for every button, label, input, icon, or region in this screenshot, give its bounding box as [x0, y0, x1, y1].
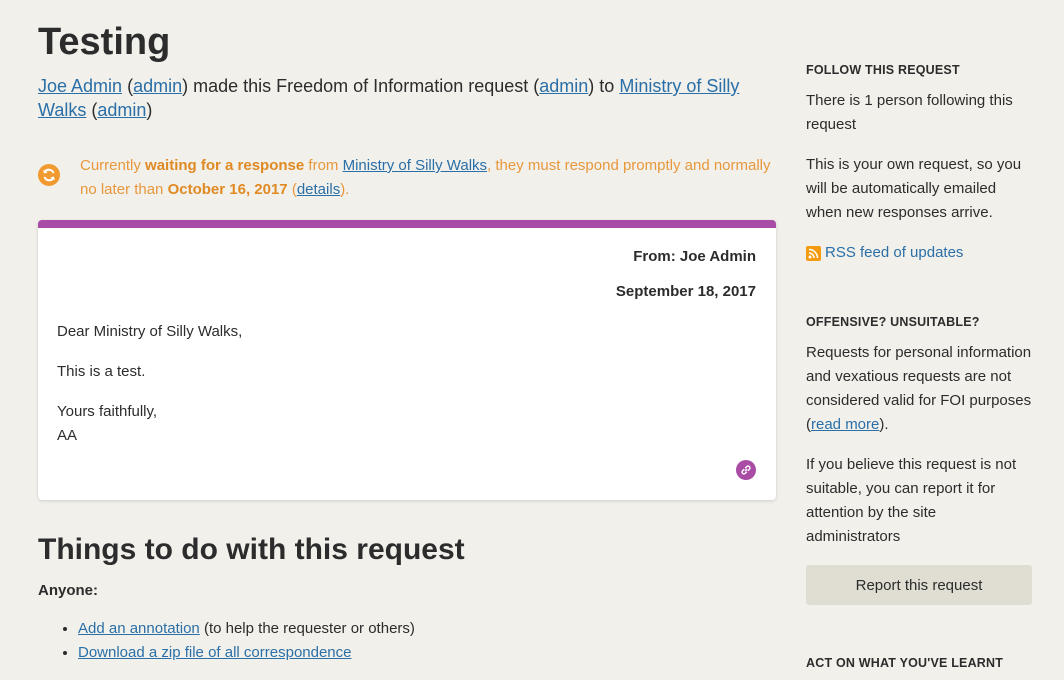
add-annotation-link[interactable]: Add an annotation [78, 620, 200, 637]
status-text-2: from [308, 157, 339, 174]
act-heading: ACT ON WHAT YOU'VE LEARNT [806, 656, 1004, 670]
status-state: waiting for a response [145, 157, 305, 174]
requester-admin-link[interactable]: admin [133, 76, 182, 96]
status-details-link[interactable]: details [297, 181, 340, 198]
main-column: Testing Joe Admin (admin) made this Free… [38, 0, 776, 665]
authority-admin-link[interactable]: admin [97, 100, 146, 120]
request-admin-link[interactable]: admin [539, 76, 588, 96]
actions-list: Add an annotation (to help the requester… [38, 617, 776, 665]
message-body: Dear Ministry of Silly Walks, This is a … [57, 320, 242, 448]
offensive-text: Requests for personal information and ve… [806, 341, 1032, 437]
follow-count-text: There is 1 person following this request [806, 92, 1013, 133]
status-authority-link[interactable]: Ministry of Silly Walks [343, 157, 487, 174]
message-from: From: Joe Admin [633, 248, 756, 265]
rss-feed: RSS feed of updates [806, 241, 963, 265]
rss-icon [806, 245, 821, 261]
request-status: Currently waiting for a response from Mi… [38, 154, 776, 202]
offensive-text-end: ). [879, 416, 889, 433]
message-signoff: Yours faithfully, [57, 403, 158, 420]
message-signature: AA [57, 427, 78, 444]
byline-to: to [599, 76, 615, 96]
message-greeting: Dear Ministry of Silly Walks, [57, 323, 243, 340]
read-more-link[interactable]: read more [811, 416, 879, 433]
follow-heading: FOLLOW THIS REQUEST [806, 63, 960, 77]
request-byline: Joe Admin (admin) made this Freedom of I… [38, 76, 740, 120]
message-card: From: Joe Admin September 18, 2017 Dear … [38, 220, 776, 500]
follow-own-text: This is your own request, so you will be… [806, 156, 1022, 221]
link-icon[interactable] [736, 460, 756, 480]
requester-link[interactable]: Joe Admin [38, 76, 122, 96]
byline-text: made this Freedom of Information request [193, 76, 529, 96]
refresh-icon [38, 164, 60, 186]
report-text: If you believe this request is not suita… [806, 456, 1017, 545]
things-to-do-heading: Things to do with this request [38, 533, 465, 566]
page-title: Testing [38, 21, 171, 63]
list-item: Download a zip file of all correspondenc… [78, 641, 776, 665]
anyone-label: Anyone: [38, 582, 98, 599]
page: Testing Joe Admin (admin) made this Free… [0, 0, 1064, 680]
status-text-1: Currently [80, 157, 141, 174]
status-due-date: October 16, 2017 [167, 181, 288, 198]
rss-link[interactable]: RSS feed of updates [825, 241, 963, 265]
add-annotation-note: (to help the requester or others) [203, 620, 415, 637]
list-item: Add an annotation (to help the requester… [78, 617, 776, 641]
offensive-heading: OFFENSIVE? UNSUITABLE? [806, 315, 980, 329]
message-date: September 18, 2017 [615, 283, 756, 300]
report-request-button[interactable]: Report this request [806, 565, 1032, 605]
download-zip-link[interactable]: Download a zip file of all correspondenc… [78, 644, 352, 661]
message-text: This is a test. [57, 363, 146, 380]
